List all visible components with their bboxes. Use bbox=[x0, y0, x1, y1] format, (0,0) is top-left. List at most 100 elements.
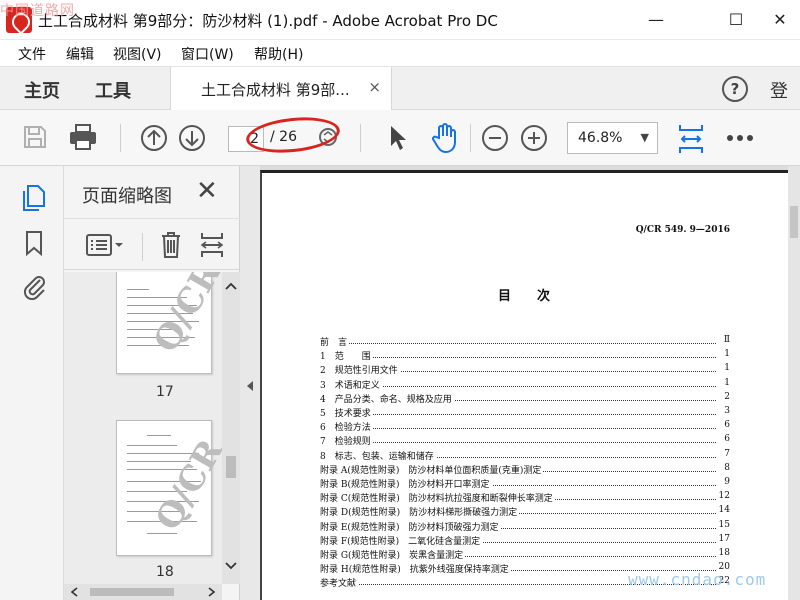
maximize-button[interactable]: ☐ bbox=[716, 6, 756, 34]
toc-entry[interactable]: 附录 E(规范性附录) 防沙材料顶破强力测定 15 bbox=[320, 519, 730, 534]
scroll-down-icon[interactable] bbox=[225, 562, 237, 570]
pdf-page: Q/CR 549. 9—2016 目次 前 言Ⅱ1 范 围12 规范性引用文件 1… bbox=[260, 170, 788, 600]
toc-entry[interactable]: 5 技术要求 3 bbox=[320, 406, 730, 420]
toc-leader-dots bbox=[320, 428, 716, 430]
panel-collapse-handle[interactable] bbox=[240, 166, 260, 600]
more-tools-icon[interactable] bbox=[726, 134, 754, 142]
toc-leader-dots bbox=[320, 357, 716, 359]
attachments-icon[interactable] bbox=[22, 272, 48, 300]
toc-entry-title: 1 范 围 bbox=[320, 349, 373, 363]
page-thumbnails-icon[interactable] bbox=[22, 184, 46, 212]
zoom-in-icon[interactable] bbox=[520, 124, 548, 152]
toc-entry-page: 7 bbox=[722, 448, 730, 459]
menu-bar: 文件 编辑 视图(V) 窗口(W) 帮助(H) bbox=[0, 40, 800, 66]
tab-bar: 主页 工具 土工合成材料 第9部... × ? 登 bbox=[0, 66, 800, 111]
extract-pages-icon[interactable] bbox=[200, 231, 224, 259]
toc-entry[interactable]: 8 标志、包装、运输和储存 7 bbox=[320, 448, 730, 463]
sign-in-link[interactable]: 登 bbox=[770, 77, 788, 103]
window-title: 土工合成材料 第9部分：防沙材料 (1).pdf - Adobe Acrobat… bbox=[38, 12, 498, 30]
horizontal-scrollbar-thumb[interactable] bbox=[90, 588, 174, 596]
toc-entry-title: 2 规范性引用文件 bbox=[320, 363, 400, 377]
toc-entry-page: 9 bbox=[722, 477, 730, 487]
toc-entry-page: 6 bbox=[722, 434, 730, 445]
toolbar-separator bbox=[360, 124, 361, 152]
toc-entry-page: 6 bbox=[722, 420, 730, 431]
toc-entry[interactable]: 附录 G(规范性附录) 炭黑含量测定 18 bbox=[320, 548, 730, 562]
menu-view[interactable]: 视图(V) bbox=[113, 44, 162, 64]
toc-entry[interactable]: 1 范 围 1 bbox=[320, 349, 730, 363]
toc-entry-title: 3 术语和定义 bbox=[320, 377, 382, 391]
menu-help[interactable]: 帮助(H) bbox=[254, 44, 303, 64]
toc-leader-dots bbox=[320, 343, 716, 344]
toc-entry[interactable]: 6 检验方法 6 bbox=[320, 420, 730, 434]
page-thumbnails-panel: 页面缩略图 ✕ Q/CR 17 Q/CR 18 bbox=[64, 166, 240, 600]
collapse-arrow-icon[interactable] bbox=[246, 380, 254, 392]
zoom-level-value: 46.8% bbox=[578, 130, 623, 146]
title-bar: 土工合成材料 第9部分：防沙材料 (1).pdf - Adobe Acrobat… bbox=[0, 0, 800, 40]
select-tool-icon[interactable] bbox=[386, 124, 410, 152]
thumbnail-watermark: Q/CR bbox=[148, 432, 222, 538]
toolbar: 2 / 26 46.8% ▼ bbox=[0, 110, 800, 166]
document-view[interactable]: Q/CR 549. 9—2016 目次 前 言Ⅱ1 范 围12 规范性引用文件 1… bbox=[260, 166, 800, 600]
thumbnail-page-17[interactable]: Q/CR bbox=[116, 272, 222, 374]
toc-entry[interactable]: 7 检验规则 6 bbox=[320, 434, 730, 448]
zoom-out-icon[interactable] bbox=[481, 124, 509, 152]
close-tab-icon[interactable]: × bbox=[368, 78, 381, 96]
toc-entry-page: 1 bbox=[722, 349, 730, 360]
toc-entry-page: 3 bbox=[722, 406, 730, 416]
tab-tools[interactable]: 工具 bbox=[95, 77, 131, 103]
previous-page-icon[interactable] bbox=[140, 124, 168, 152]
document-scrollbar-thumb[interactable] bbox=[790, 206, 798, 238]
save-icon[interactable] bbox=[22, 124, 48, 150]
next-page-icon[interactable] bbox=[178, 124, 206, 152]
thumbnail-page-18[interactable]: Q/CR bbox=[116, 420, 222, 556]
toc-entry[interactable]: 附录 B(规范性附录) 防沙材料开口率测定 9 bbox=[320, 477, 730, 491]
scrollbar-thumb[interactable] bbox=[226, 456, 236, 478]
toc-entry-page: 2 bbox=[722, 391, 730, 402]
toc-entry-page: 8 bbox=[722, 462, 730, 473]
bookmarks-icon[interactable] bbox=[24, 230, 44, 256]
minimize-button[interactable]: — bbox=[636, 6, 676, 34]
thumbnail-horizontal-scrollbar[interactable] bbox=[64, 584, 222, 600]
thumbnail-scrollbar[interactable] bbox=[222, 272, 240, 584]
toc-entry-title: 附录 C(规范性附录) 防沙材料抗拉强度和断裂伸长率测定 bbox=[320, 491, 555, 505]
toc-entry[interactable]: 前 言 Ⅱ bbox=[320, 335, 730, 349]
scroll-left-icon[interactable] bbox=[70, 587, 78, 597]
toc-entry[interactable]: 附录 A(规范性附录) 防沙材料单位面积质量(克重)测定 8 bbox=[320, 462, 730, 477]
tab-document[interactable]: 土工合成材料 第9部... × bbox=[170, 67, 392, 111]
toc-entry[interactable]: 2 规范性引用文件 1 bbox=[320, 363, 730, 377]
toc-entry-page: 1 bbox=[722, 377, 730, 388]
toc-entry[interactable]: 4 产品分类、命名、规格及应用 2 bbox=[320, 391, 730, 406]
toc-entry-page: 18 bbox=[716, 548, 730, 558]
toc-entry[interactable]: 附录 D(规范性附录) 防沙材料梯形撕破强力测定 14 bbox=[320, 505, 730, 519]
close-panel-icon[interactable]: ✕ bbox=[196, 176, 218, 206]
toc-entry-title: 附录 H(规范性附录) 抗紫外线强度保持率测定 bbox=[320, 562, 511, 576]
toc-entry-title: 前 言 bbox=[320, 335, 350, 348]
toc-entry-page: 1 bbox=[722, 363, 730, 374]
delete-page-icon[interactable] bbox=[160, 231, 182, 259]
toc-entry-page: 17 bbox=[716, 533, 730, 544]
menu-file[interactable]: 文件 bbox=[18, 44, 46, 64]
thumbnail-options-icon[interactable] bbox=[86, 233, 124, 257]
zoom-level-dropdown[interactable]: 46.8% ▼ bbox=[567, 122, 658, 154]
scroll-up-icon[interactable] bbox=[225, 282, 237, 290]
toc-entry-title: 7 检验规则 bbox=[320, 434, 373, 448]
fit-width-icon[interactable] bbox=[677, 122, 705, 156]
tab-home[interactable]: 主页 bbox=[24, 77, 60, 103]
help-icon[interactable]: ? bbox=[722, 76, 748, 102]
close-window-button[interactable]: ✕ bbox=[760, 6, 800, 34]
toc-entry[interactable]: 附录 C(规范性附录) 防沙材料抗拉强度和断裂伸长率测定 12 bbox=[320, 491, 730, 505]
menu-edit[interactable]: 编辑 bbox=[66, 44, 94, 64]
toc-entry-title: 附录 F(规范性附录) 二氧化硅含量测定 bbox=[320, 533, 483, 547]
panel-toolbar bbox=[64, 218, 240, 270]
thumbnail-list[interactable]: Q/CR 17 Q/CR 18 bbox=[64, 272, 222, 584]
scroll-right-icon[interactable] bbox=[208, 587, 216, 597]
document-scrollbar[interactable] bbox=[788, 166, 800, 600]
toc-entry[interactable]: 附录 F(规范性附录) 二氧化硅含量测定 17 bbox=[320, 533, 730, 548]
thumbnail-page-label-18: 18 bbox=[156, 564, 174, 580]
menu-window[interactable]: 窗口(W) bbox=[181, 44, 234, 64]
print-icon[interactable] bbox=[68, 123, 98, 151]
thumbnail-watermark: Q/CR bbox=[146, 272, 222, 360]
hand-tool-icon[interactable] bbox=[430, 122, 460, 154]
toc-entry[interactable]: 3 术语和定义 1 bbox=[320, 377, 730, 392]
